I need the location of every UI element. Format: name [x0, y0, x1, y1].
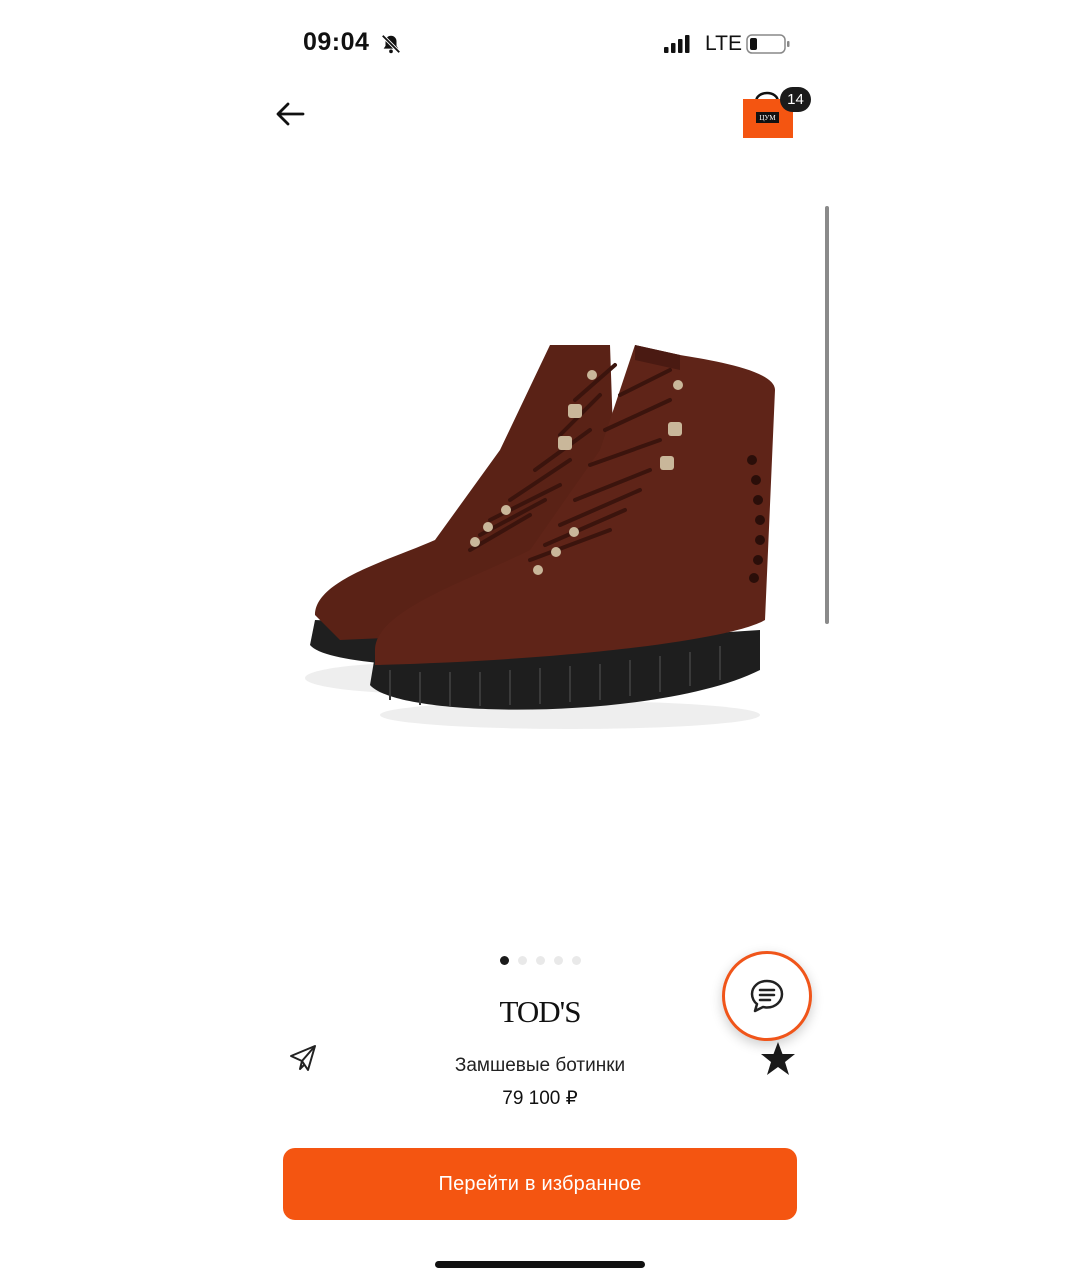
gallery-scrollbar[interactable]	[825, 206, 829, 624]
cart-badge: 14	[780, 87, 811, 112]
go-to-favorites-button[interactable]: Перейти в избранное	[283, 1148, 797, 1220]
chat-bubble-icon	[750, 979, 784, 1013]
product-price: 79 100 ₽	[502, 1088, 578, 1109]
arrow-left-icon[interactable]	[272, 96, 308, 132]
pagination-dot[interactable]	[554, 956, 563, 965]
brand-name[interactable]: TOD'S	[440, 994, 640, 1030]
star-icon[interactable]	[759, 1040, 797, 1078]
signal-icon	[664, 35, 690, 53]
pagination-dot[interactable]	[536, 956, 545, 965]
network-label: LTE	[705, 32, 742, 55]
paper-plane-icon[interactable]	[288, 1044, 318, 1072]
pagination-dot[interactable]	[500, 956, 509, 965]
gallery-pagination[interactable]	[500, 956, 581, 965]
pagination-dot[interactable]	[572, 956, 581, 965]
product-image[interactable]	[270, 160, 810, 940]
bell-slash-icon	[381, 34, 401, 54]
chat-button[interactable]	[722, 951, 812, 1041]
home-indicator[interactable]	[435, 1261, 645, 1268]
bag-logo-text: ЦУМ	[759, 114, 776, 122]
battery-icon	[746, 34, 790, 54]
status-time: 09:04	[303, 28, 370, 56]
product-name: Замшевые ботинки	[454, 1055, 626, 1076]
pagination-dot[interactable]	[518, 956, 527, 965]
